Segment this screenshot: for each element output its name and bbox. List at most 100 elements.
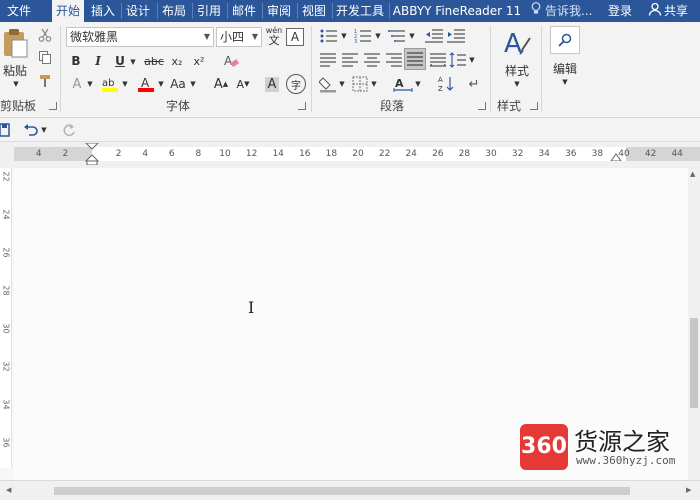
- styles-icon[interactable]: A: [500, 26, 534, 60]
- chevron-down-icon[interactable]: ▼: [414, 80, 422, 88]
- tab-developer[interactable]: 开发工具: [333, 0, 387, 22]
- indent-marker-icon[interactable]: [84, 143, 100, 165]
- shading-icon[interactable]: [318, 74, 338, 94]
- tab-abbyy[interactable]: ABBYY FineReader 11: [391, 0, 523, 22]
- chinese-layout-icon[interactable]: [318, 50, 338, 70]
- right-indent-marker-icon[interactable]: [610, 151, 622, 161]
- borders-icon[interactable]: [350, 74, 370, 94]
- bold-button[interactable]: B: [68, 52, 84, 70]
- chevron-down-icon[interactable]: ▼: [189, 80, 197, 88]
- numbering-icon[interactable]: 123: [352, 27, 374, 45]
- shrink-font-button[interactable]: A ▼: [234, 74, 252, 94]
- tab-design[interactable]: 设计: [122, 0, 154, 22]
- chevron-down-icon[interactable]: ▼: [513, 80, 521, 88]
- line-spacing-icon[interactable]: [448, 50, 468, 70]
- enclose-characters-button[interactable]: 字: [286, 74, 306, 94]
- superscript-button[interactable]: x²: [190, 52, 208, 70]
- horizontal-scrollbar[interactable]: ◀ ▶: [0, 480, 700, 500]
- text-effects-button[interactable]: A: [68, 74, 86, 94]
- tab-insert[interactable]: 插入: [87, 0, 119, 22]
- strikethrough-button[interactable]: abc: [142, 52, 166, 70]
- character-border-button[interactable]: A: [286, 28, 304, 46]
- tab-file[interactable]: 文件: [0, 0, 38, 22]
- font-color-icon[interactable]: A: [136, 74, 156, 94]
- copy-icon[interactable]: [36, 48, 54, 66]
- justify-icon[interactable]: [404, 48, 426, 70]
- scroll-up-icon[interactable]: ▲: [690, 170, 695, 178]
- asian-layout-icon[interactable]: A: [392, 74, 414, 94]
- chevron-down-icon[interactable]: ▼: [338, 80, 346, 88]
- paste-icon[interactable]: [0, 26, 30, 60]
- tab-home[interactable]: 开始: [52, 0, 84, 22]
- character-shading-button[interactable]: A: [262, 74, 282, 94]
- bullets-icon[interactable]: [318, 27, 340, 45]
- italic-button[interactable]: I: [90, 52, 106, 70]
- cut-icon[interactable]: [36, 26, 54, 44]
- chevron-down-icon[interactable]: ▼: [157, 80, 165, 88]
- chevron-down-icon[interactable]: ▼: [12, 80, 20, 88]
- font-launcher-icon[interactable]: [298, 102, 306, 110]
- scroll-right-icon[interactable]: ▶: [686, 486, 691, 494]
- chevron-down-icon[interactable]: ▼: [374, 32, 382, 40]
- svg-text:A: A: [224, 54, 233, 68]
- ruler-number: 6: [168, 149, 175, 159]
- share-button[interactable]: 共享: [648, 0, 688, 22]
- styles-launcher-icon[interactable]: [530, 102, 538, 110]
- grow-font-button[interactable]: A ▲: [212, 74, 230, 94]
- save-icon[interactable]: [0, 122, 10, 138]
- change-case-button[interactable]: Aa: [168, 74, 188, 94]
- tab-view[interactable]: 视图: [298, 0, 330, 22]
- chevron-down-icon[interactable]: ▼: [86, 80, 94, 88]
- scroll-left-icon[interactable]: ◀: [6, 486, 11, 494]
- sign-in-link[interactable]: 登录: [608, 0, 632, 22]
- undo-icon[interactable]: [22, 121, 40, 139]
- show-marks-icon[interactable]: ↵: [464, 74, 484, 94]
- multilevel-list-icon[interactable]: [386, 27, 408, 45]
- chevron-down-icon[interactable]: ▼: [370, 80, 378, 88]
- decrease-indent-icon[interactable]: [424, 27, 444, 45]
- clipboard-launcher-icon[interactable]: [49, 102, 57, 110]
- editing-button[interactable]: 编辑: [548, 60, 582, 76]
- chevron-down-icon[interactable]: ▼: [40, 126, 48, 134]
- horizontal-scroll-thumb[interactable]: [54, 487, 630, 495]
- chevron-down-icon[interactable]: ▼: [121, 80, 129, 88]
- phonetic-guide-button[interactable]: wén 文: [264, 24, 284, 48]
- tell-me-box[interactable]: 告诉我...: [530, 0, 592, 22]
- format-painter-icon[interactable]: [36, 72, 54, 90]
- tab-layout[interactable]: 布局: [158, 0, 190, 22]
- word-window: 文件 开始 插入 设计 布局 引用 邮件 审阅 视图 开发工具 ABBYY Fi…: [0, 0, 700, 500]
- underline-button[interactable]: U: [112, 52, 128, 70]
- styles-button[interactable]: 样式: [500, 62, 534, 78]
- increase-indent-icon[interactable]: [446, 27, 466, 45]
- align-center-icon[interactable]: [362, 50, 382, 70]
- paragraph-launcher-icon[interactable]: [478, 102, 486, 110]
- chevron-down-icon[interactable]: ▼: [340, 32, 348, 40]
- group-label-font: 字体: [166, 99, 191, 113]
- font-name-combo[interactable]: 微软雅黑 ▼: [66, 27, 214, 47]
- chevron-down-icon: ▼: [251, 32, 258, 41]
- sort-icon[interactable]: AZ: [436, 74, 456, 94]
- watermark-name: 货源之家: [574, 428, 670, 456]
- distributed-icon[interactable]: [428, 50, 448, 70]
- tell-me-text: 告诉我...: [545, 4, 593, 18]
- ruler-number: 26: [432, 149, 444, 159]
- tab-review[interactable]: 审阅: [263, 0, 295, 22]
- vertical-scroll-thumb[interactable]: [690, 318, 698, 408]
- paste-button[interactable]: 粘贴: [0, 62, 30, 78]
- font-size-combo[interactable]: 小四 ▼: [216, 27, 262, 47]
- chevron-down-icon[interactable]: ▼: [561, 78, 569, 86]
- align-right-icon[interactable]: [384, 50, 404, 70]
- redo-icon[interactable]: [60, 121, 78, 139]
- chevron-down-icon[interactable]: ▼: [408, 32, 416, 40]
- highlight-icon[interactable]: ab: [100, 74, 120, 94]
- align-left-icon[interactable]: [340, 50, 360, 70]
- subscript-button[interactable]: x₂: [168, 52, 186, 70]
- tab-mailings[interactable]: 邮件: [228, 0, 260, 22]
- horizontal-ruler[interactable]: 4 2 2 4 6 8 10 12 14 16 18 20 22 24 26 28 30 32 34 36 38 40 42…: [0, 142, 700, 168]
- chevron-down-icon[interactable]: ▼: [129, 58, 137, 66]
- tab-references[interactable]: 引用: [193, 0, 225, 22]
- clear-formatting-icon[interactable]: A: [220, 50, 242, 72]
- chevron-down-icon[interactable]: ▼: [468, 56, 476, 64]
- vertical-ruler[interactable]: 22 24 26 28 30 32 34 36: [0, 168, 12, 468]
- find-icon[interactable]: [550, 26, 580, 54]
